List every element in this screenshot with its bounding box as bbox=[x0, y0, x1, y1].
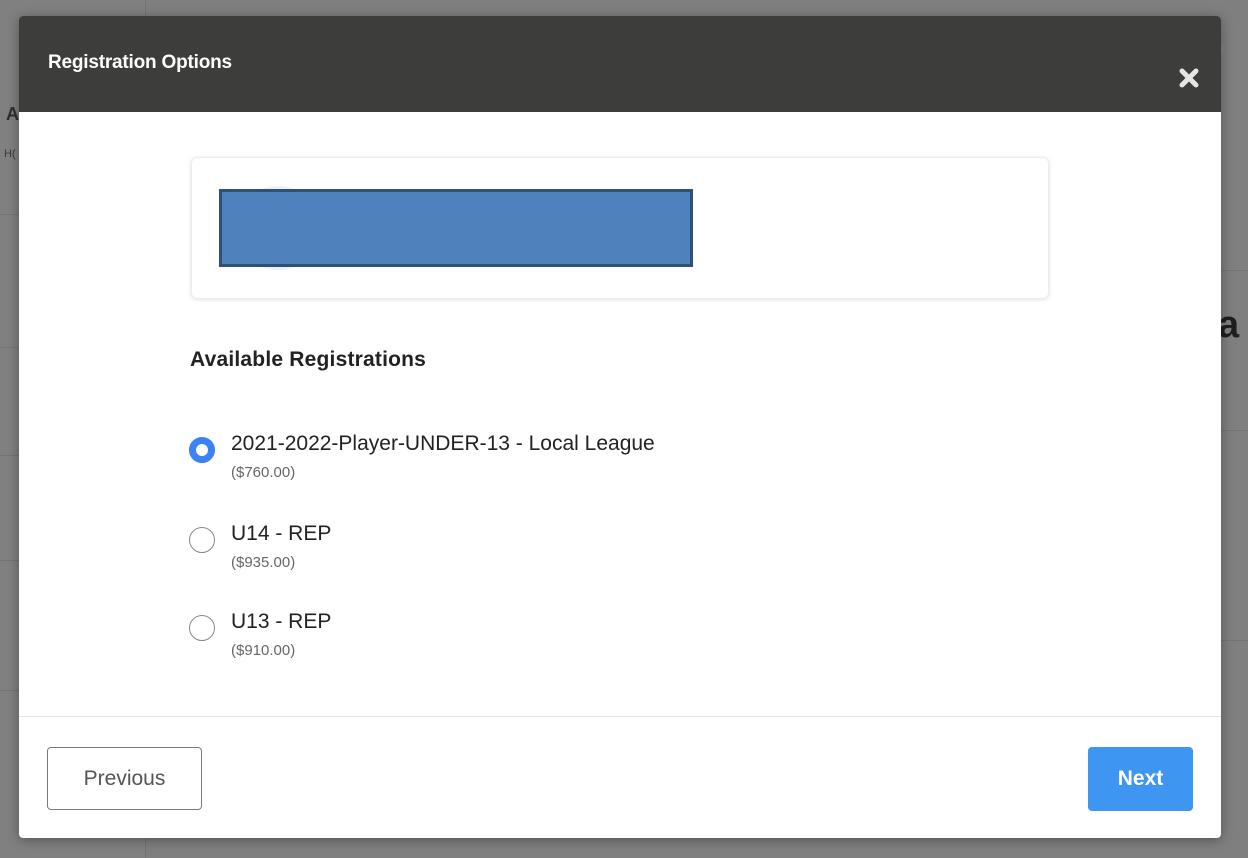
background-text-fragment: H( bbox=[4, 148, 16, 160]
radio-button-selected[interactable] bbox=[189, 437, 215, 463]
modal-title: Registration Options bbox=[48, 52, 232, 73]
registration-option-label: 2021-2022-Player-UNDER-13 - Local League bbox=[231, 432, 655, 455]
available-registrations-heading: Available Registrations bbox=[190, 348, 427, 371]
radio-button[interactable] bbox=[189, 615, 215, 641]
registration-option-price: ($935.00) bbox=[231, 554, 296, 571]
background-divider bbox=[1220, 270, 1248, 271]
background-heading-fragment-right: a bbox=[1218, 304, 1240, 346]
redacted-name-block bbox=[219, 189, 693, 267]
previous-button[interactable]: Previous bbox=[47, 747, 202, 810]
radio-button[interactable] bbox=[189, 527, 215, 553]
profile-card bbox=[191, 157, 1049, 299]
modal-footer: Previous Next bbox=[19, 716, 1221, 838]
background-divider bbox=[1220, 640, 1248, 641]
registration-option-label: U14 - REP bbox=[231, 522, 332, 545]
background-heading-fragment: A bbox=[6, 104, 19, 124]
registration-option-label: U13 - REP bbox=[231, 610, 332, 633]
modal-header: Registration Options bbox=[19, 16, 1221, 112]
registration-options-modal: Registration Options Available Registrat… bbox=[19, 16, 1221, 838]
registration-option-price: ($760.00) bbox=[231, 464, 296, 481]
close-icon bbox=[1179, 68, 1199, 88]
close-button[interactable] bbox=[1173, 62, 1205, 94]
next-button[interactable]: Next bbox=[1088, 747, 1193, 811]
registration-option-price: ($910.00) bbox=[231, 642, 296, 659]
background-divider bbox=[1220, 430, 1248, 431]
modal-body: Available Registrations 2021-2022-Player… bbox=[19, 112, 1221, 716]
